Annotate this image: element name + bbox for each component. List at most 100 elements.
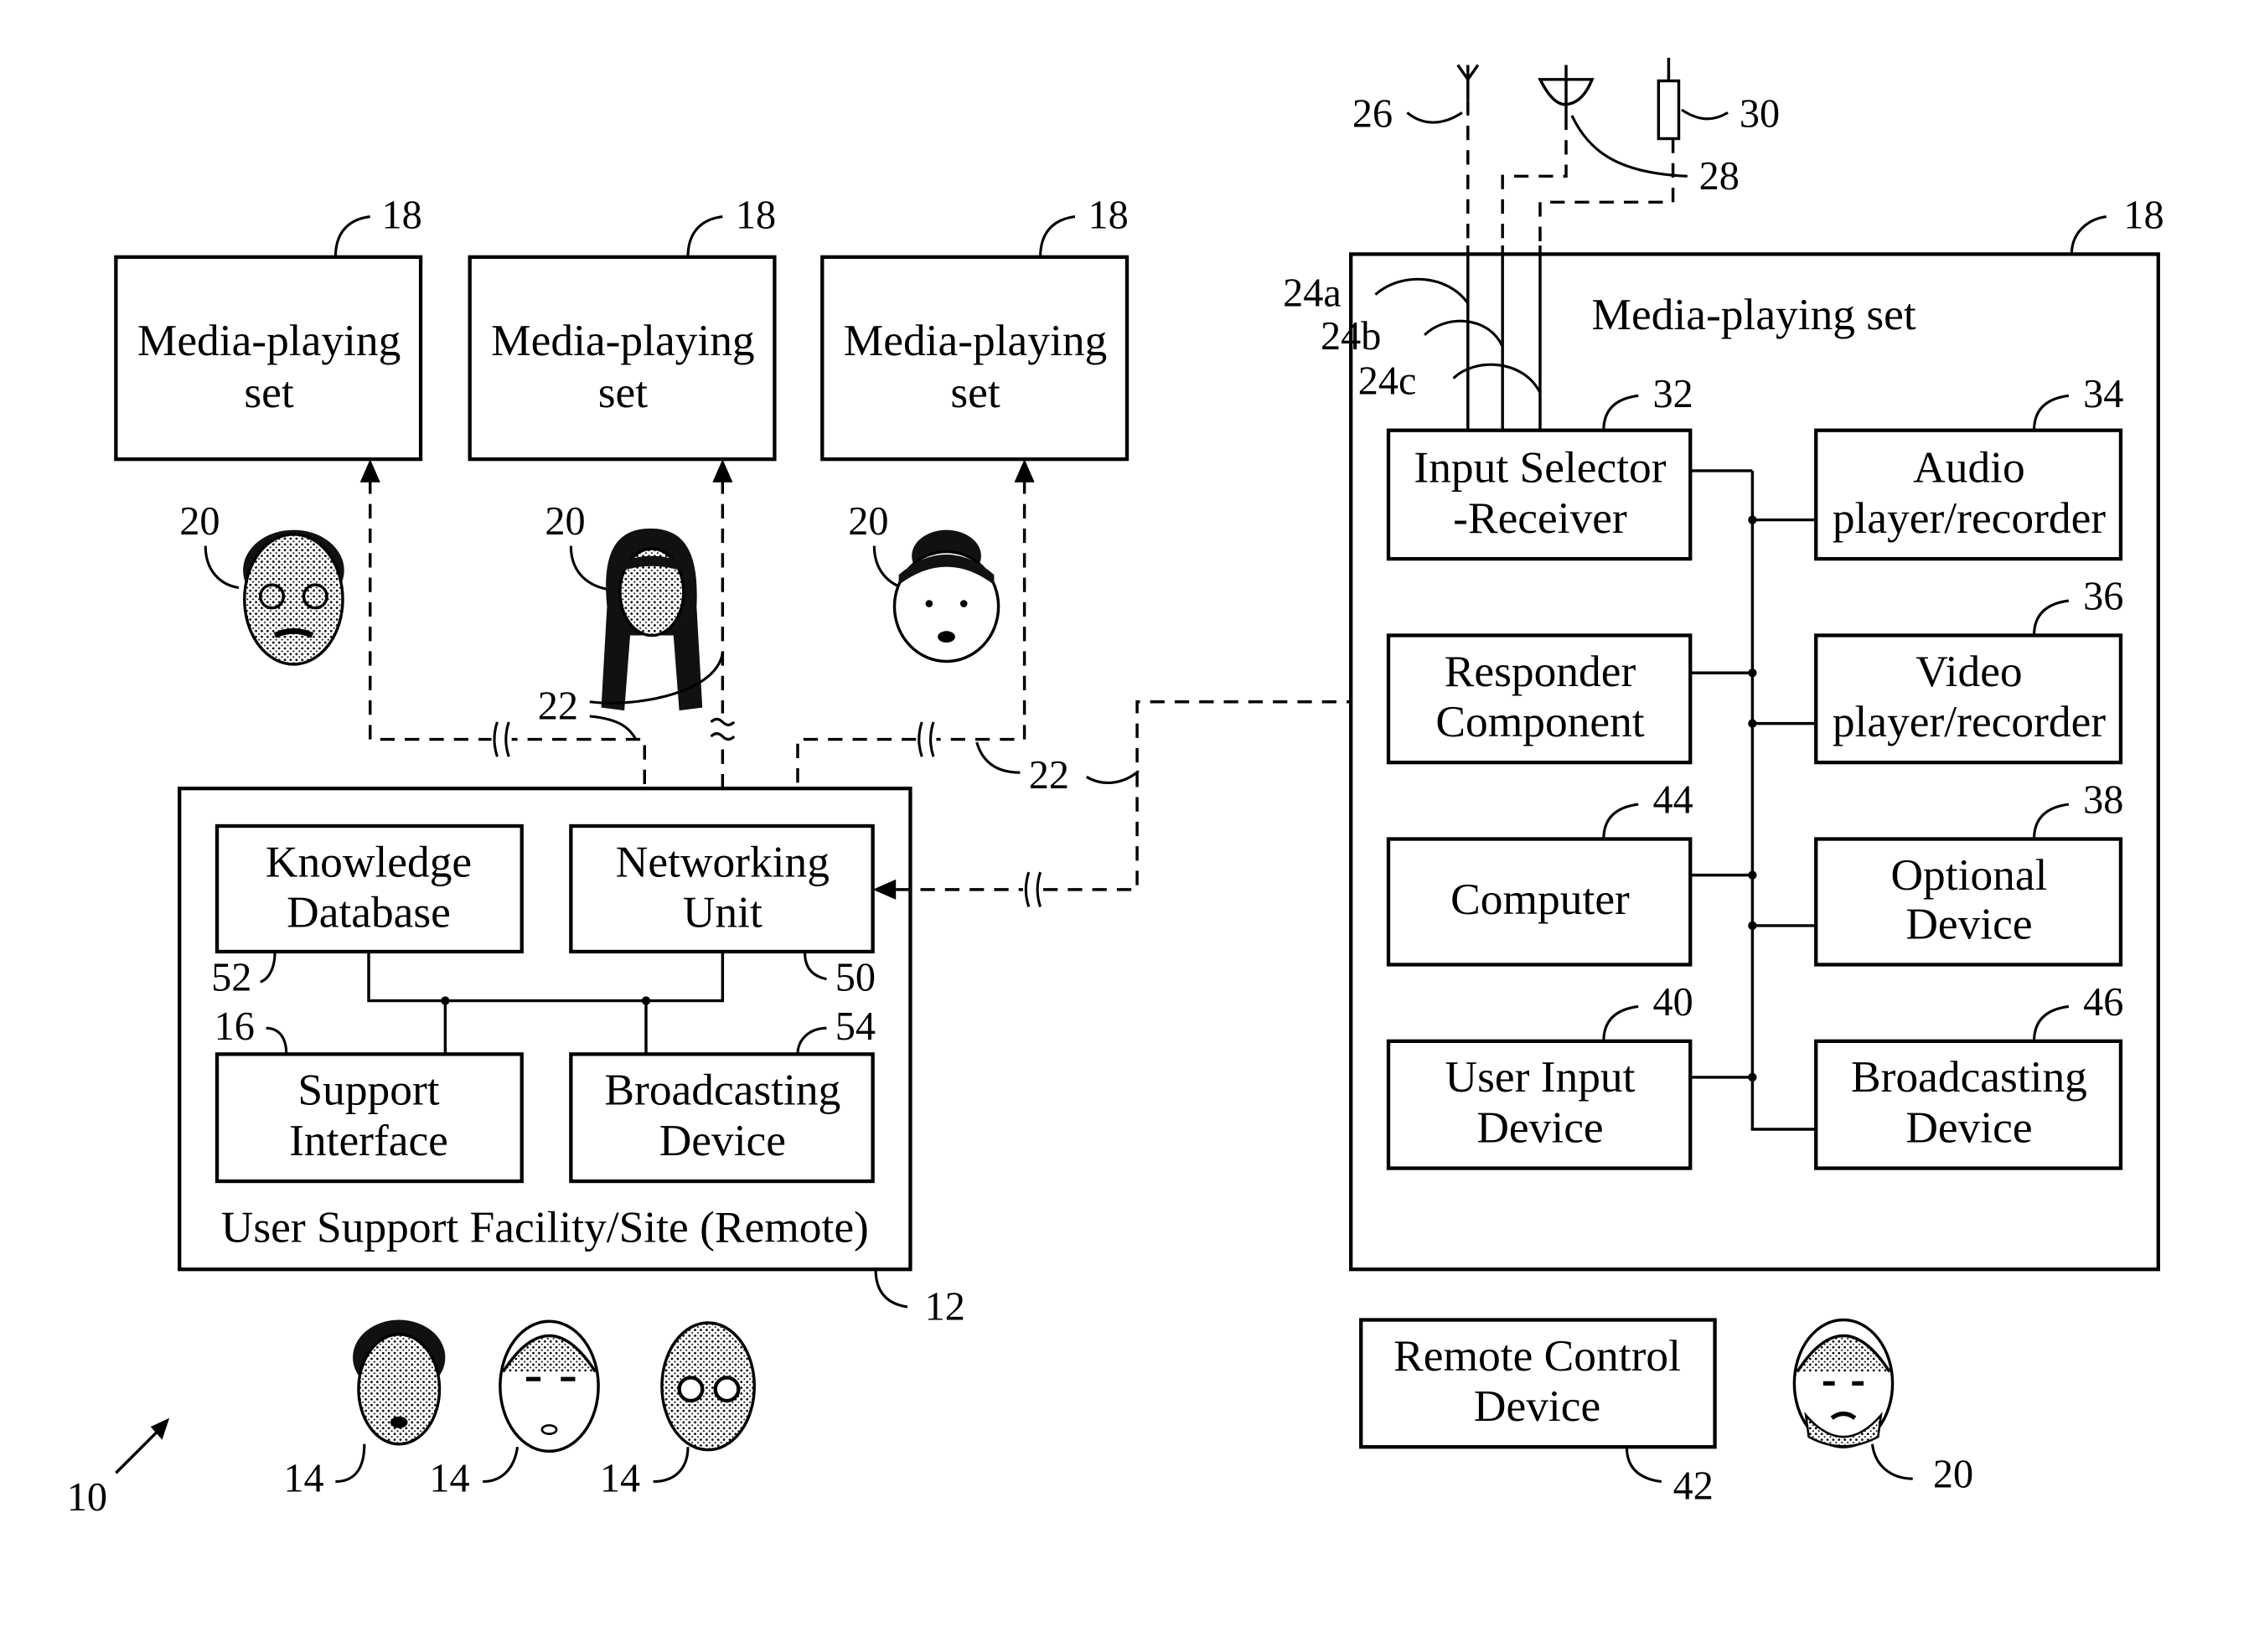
staff-2-leader [483,1446,520,1484]
network-link-leader-1b [589,715,638,741]
arrow-up-set2 [712,459,733,483]
cable-30: 30 [1538,57,1780,246]
user-input-line1: User Input [1445,1051,1635,1102]
user-input-line2: Device [1476,1102,1603,1153]
remote-set-1-label-line1: Media-playing [137,315,401,365]
remote-set-2-leader [686,215,723,257]
network-link-ref-1: 22 [538,684,578,728]
user-1-ref: 20 [179,499,220,544]
local-user: 20 [1792,1318,1973,1496]
woman-long-hair-face-icon [601,528,703,711]
break-mark-1 [491,721,512,757]
remote-control-device: Remote Control Device 42 [1359,1318,1717,1508]
remote-set-3-label-line1: Media-playing [844,315,1108,365]
patent-diagram: Media-playing set 18 Media-playing set 1… [67,57,2164,1520]
satellite-dish-ref: 28 [1699,154,1740,199]
woman-bun-face-icon [892,529,1000,663]
support-interface-line2: Interface [289,1115,448,1165]
set-broadcasting-line1: Broadcasting [1851,1051,2087,1102]
responder-line2: Component [1435,696,1644,746]
system-ref-label: 10 [67,1475,107,1520]
user-face-2: 20 [545,499,703,711]
optional-line1: Optional [1890,849,2047,900]
remote-set-2-label-line2: set [598,367,649,417]
user-1-leader [204,545,240,590]
knowledge-database-ref: 52 [211,956,251,1000]
network-link-main [872,691,1390,908]
support-interface-ref: 16 [215,1004,255,1049]
remote-control-line2: Device [1474,1381,1600,1431]
antenna-26: 26 [1352,64,1480,246]
facility-broadcasting-line1: Broadcasting [604,1065,840,1115]
junction-dot [641,996,651,1005]
staff-face-1: 14 [283,1319,446,1501]
staff-face-3: 14 [600,1321,756,1501]
set-broadcasting-ref: 46 [2083,980,2123,1025]
remote-control-ref: 42 [1673,1464,1714,1508]
main-set-ref: 18 [2123,193,2164,237]
arrow-up-set1 [359,459,380,483]
responder-line1: Responder [1445,646,1636,696]
remote-set-1-leader [333,215,370,257]
input-24a-ref: 24a [1283,271,1342,315]
junction-dot [1748,719,1757,728]
junction-dot [1748,669,1757,678]
junction-dot [1748,1072,1757,1082]
remote-set-3-label-line2: set [950,367,1000,417]
remote-control-line1: Remote Control [1393,1330,1681,1381]
remote-set-3: Media-playing set 18 [820,193,1130,462]
break-mark-4 [1022,871,1044,908]
video-line1: Video [1915,646,2022,696]
remote-set-1: Media-playing set 18 [114,193,423,462]
computer-ref: 44 [1652,777,1693,822]
junction-dot [1748,515,1757,524]
set-broadcasting-line2: Device [1905,1102,2032,1153]
main-set-title: Media-playing set [1592,289,1916,339]
remote-set-2: Media-playing set 18 [468,193,777,462]
antenna-ref: 26 [1352,92,1393,137]
system-ref: 10 [67,1417,170,1520]
user-2-leader [569,545,607,591]
staff-faces: 14 14 14 [283,1319,756,1501]
support-interface-line1: Support [297,1065,439,1115]
staff-2-ref: 14 [429,1457,469,1501]
man-with-glasses-face-icon [243,529,344,666]
staff-1-ref: 14 [283,1457,323,1501]
staff-1-leader [335,1443,366,1484]
junction-dot [1748,921,1757,931]
support-facility-ref: 12 [925,1285,965,1329]
staff-3-ref: 14 [600,1457,640,1501]
input-selector-line1: Input Selector [1414,442,1666,493]
input-selector-ref: 32 [1652,372,1693,416]
input-24c-ref: 24c [1358,359,1417,404]
cable-ref: 30 [1740,92,1780,137]
system-ref-arrow-shaft [115,1428,161,1474]
support-facility: User Support Facility/Site (Remote) 12 K… [178,787,965,1329]
network-link-leader-2b [1085,770,1140,784]
audio-line1: Audio [1913,442,2025,493]
cable-leader [1681,108,1729,121]
satellite-dashed-line [1501,115,1568,246]
optional-line2: Device [1905,898,2032,948]
remote-set-2-ref: 18 [736,193,776,237]
network-link-leader-2a [975,741,1021,774]
antenna-leader [1406,111,1463,124]
computer-label: Computer [1450,874,1630,924]
networking-unit-line1: Networking [616,836,830,886]
cable-icon [1657,79,1681,141]
junction-dot [1748,870,1757,880]
break-mark-3 [916,721,937,757]
arrow-up-set3 [1014,459,1035,483]
video-line2: player/recorder [1833,696,2106,746]
user-face-3: 20 [848,499,1000,663]
network-link-ref-2: 22 [1029,753,1069,798]
user-2-ref: 20 [545,499,585,544]
networking-unit-ref: 50 [835,956,876,1000]
knowledge-database-line2: Database [287,887,451,937]
main-set-leader [2070,215,2107,255]
main-set: Media-playing set 18 26 28 30 24a 24b 24… [1283,57,2164,1272]
local-user-leader [1870,1443,1913,1480]
link-networking-to-responder [896,700,1367,891]
networking-unit-line2: Unit [683,887,763,937]
staff-face-2: 14 [429,1319,600,1501]
